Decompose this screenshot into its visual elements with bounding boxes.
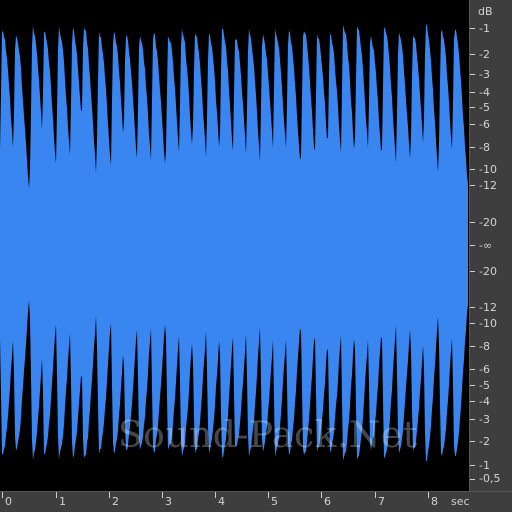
db-label: -10: [479, 317, 497, 330]
db-tick: [470, 441, 475, 442]
db-label: -12: [479, 301, 497, 314]
db-tick: [470, 385, 475, 386]
db-label: -12: [479, 179, 497, 192]
db-label: -3: [479, 68, 490, 81]
time-label: 0: [5, 495, 12, 508]
db-tick: [470, 369, 475, 370]
db-tick: [470, 169, 475, 170]
db-tick: [470, 323, 475, 324]
db-tick: [470, 245, 475, 246]
db-label: -∞: [479, 239, 493, 252]
time-label: 6: [324, 495, 331, 508]
db-tick: [470, 222, 475, 223]
db-tick: [470, 74, 475, 75]
time-label: 2: [112, 495, 119, 508]
db-label: -2: [479, 435, 490, 448]
db-tick: [470, 346, 475, 347]
db-label: -6: [479, 118, 490, 131]
db-unit-label: dB: [478, 5, 493, 18]
time-tick: [56, 492, 57, 498]
db-label: -0,5: [479, 472, 501, 485]
db-label: -4: [479, 395, 490, 408]
time-tick: [321, 492, 322, 498]
db-label: -1: [479, 22, 490, 35]
db-label: -20: [479, 216, 497, 229]
db-label: -5: [479, 101, 490, 114]
db-label: -3: [479, 413, 490, 426]
db-label: -8: [479, 141, 490, 154]
db-tick: [470, 419, 475, 420]
waveform-display[interactable]: Sound-Pack.Net: [0, 0, 469, 491]
db-tick: [470, 307, 475, 308]
db-label: -4: [479, 86, 490, 99]
db-tick: [470, 271, 475, 272]
time-label: 7: [378, 495, 385, 508]
time-tick: [215, 492, 216, 498]
time-label: 5: [271, 495, 278, 508]
db-tick: [470, 54, 475, 55]
time-tick: [428, 492, 429, 498]
db-tick: [470, 465, 475, 466]
db-ruler: dB -1 -2 -3 -4 -5 -6 -8 -10 -12 -20 -∞ -…: [469, 0, 512, 491]
time-tick: [268, 492, 269, 498]
time-tick: [162, 492, 163, 498]
db-tick: [470, 92, 475, 93]
time-tick: [2, 492, 3, 498]
time-tick: [109, 492, 110, 498]
db-tick: [470, 185, 475, 186]
time-unit-label: sec: [451, 495, 470, 508]
waveform-shape: [0, 24, 468, 462]
db-tick: [470, 28, 475, 29]
db-tick: [470, 107, 475, 108]
time-label: 8: [431, 495, 438, 508]
watermark: Sound-Pack.Net: [118, 415, 418, 456]
db-tick: [470, 401, 475, 402]
time-label: 3: [165, 495, 172, 508]
db-tick: [470, 479, 475, 480]
db-label: -8: [479, 340, 490, 353]
db-label: -10: [479, 163, 497, 176]
db-tick: [470, 124, 475, 125]
db-label: -20: [479, 265, 497, 278]
time-tick: [375, 492, 376, 498]
db-label: -5: [479, 379, 490, 392]
db-tick: [470, 147, 475, 148]
time-label: 1: [59, 495, 66, 508]
db-label: -2: [479, 48, 490, 61]
waveform-editor: Sound-Pack.Net dB -1 -2 -3 -4 -5 -6 -8 -…: [0, 0, 512, 512]
db-label: -6: [479, 363, 490, 376]
db-label: -1: [479, 459, 490, 472]
time-label: 4: [218, 495, 225, 508]
time-ruler: 0 1 2 3 4 5 6 7 8 sec: [0, 491, 512, 512]
